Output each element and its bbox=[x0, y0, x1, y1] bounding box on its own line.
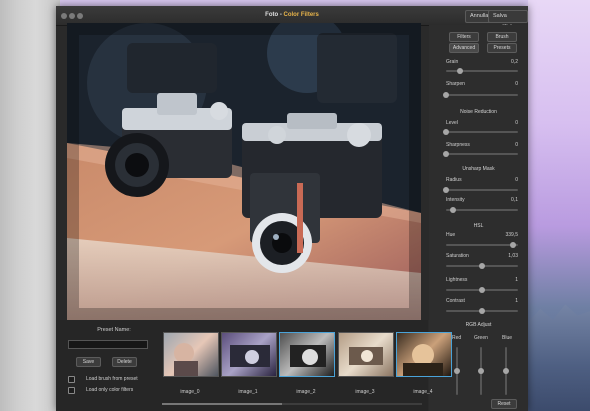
unsharp-mask-heading: Unsharp Mask bbox=[462, 166, 495, 172]
grain-slider-knob[interactable] bbox=[457, 68, 464, 74]
saturation-slider[interactable] bbox=[446, 263, 518, 269]
lightness-slider-knob[interactable] bbox=[479, 287, 485, 293]
save-changes-button[interactable]: Salva modifiche bbox=[488, 10, 528, 30]
intensity-slider[interactable] bbox=[446, 207, 518, 213]
green-label: Green bbox=[474, 335, 488, 341]
hue-label: Hue bbox=[446, 232, 456, 238]
tab-advanced[interactable]: Advanced bbox=[449, 43, 479, 53]
thumbnail-scrollbar[interactable] bbox=[162, 403, 422, 405]
thumbnail-scrollbar-thumb[interactable] bbox=[162, 403, 282, 405]
saturation-value: 1,03 bbox=[508, 253, 518, 259]
blue-label: Blue bbox=[502, 335, 513, 341]
blue-slider[interactable] bbox=[503, 347, 509, 395]
photo-preview[interactable] bbox=[67, 23, 421, 320]
thumbnail-label-3: image_3 bbox=[355, 389, 375, 395]
sharpen-slider[interactable] bbox=[443, 92, 518, 98]
preset-name-label: Preset Name: bbox=[97, 327, 131, 333]
tab-filters[interactable]: Filters bbox=[449, 32, 479, 42]
load-brush-label: Load brush from preset bbox=[86, 376, 138, 382]
intensity-label: Intensity bbox=[446, 197, 465, 203]
radius-slider[interactable] bbox=[443, 187, 518, 193]
thumbnail-label-1: image_1 bbox=[238, 389, 258, 395]
blue-slider-knob[interactable] bbox=[503, 368, 509, 374]
sharpen-value: 0 bbox=[515, 81, 518, 87]
thumbnail-image-1[interactable] bbox=[221, 332, 277, 377]
contrast-value: 1 bbox=[515, 298, 518, 304]
green-slider[interactable] bbox=[478, 347, 484, 395]
radius-value: 0 bbox=[515, 177, 518, 183]
hue-slider[interactable] bbox=[446, 242, 518, 248]
app-name: Foto bbox=[265, 12, 279, 18]
tab-brush[interactable]: Brush bbox=[487, 32, 517, 42]
thumbnail-image-3[interactable] bbox=[338, 332, 394, 377]
load-color-label: Load only color filters bbox=[86, 387, 134, 393]
thumbnail-label-4: image_4 bbox=[413, 389, 433, 395]
sharpness-slider-knob[interactable] bbox=[443, 151, 449, 157]
desktop-mountain bbox=[528, 304, 590, 411]
contrast-slider-knob[interactable] bbox=[479, 308, 485, 314]
level-slider[interactable] bbox=[443, 129, 518, 135]
lightness-label: Lightness bbox=[446, 277, 468, 283]
radius-slider-knob[interactable] bbox=[443, 187, 449, 193]
preset-name-input[interactable] bbox=[68, 340, 148, 349]
red-label: Red bbox=[452, 335, 462, 341]
thumbnail-image-2[interactable] bbox=[279, 332, 335, 377]
level-value: 0 bbox=[515, 120, 518, 126]
document-title: Color Filters bbox=[283, 12, 319, 18]
radius-label: Radius bbox=[446, 177, 462, 183]
preset-delete-button[interactable]: Delete bbox=[112, 357, 137, 367]
lightness-value: 1 bbox=[515, 277, 518, 283]
window-title: Foto - Color Filters bbox=[56, 12, 528, 18]
sharpness-label: Sharpness bbox=[446, 142, 470, 148]
thumbnail-label-0: image_0 bbox=[180, 389, 200, 395]
red-slider[interactable] bbox=[454, 347, 460, 395]
saturation-slider-knob[interactable] bbox=[479, 263, 485, 269]
intensity-value: 0,1 bbox=[511, 197, 518, 203]
thumbnail-image-4[interactable] bbox=[396, 332, 452, 377]
hue-slider-knob[interactable] bbox=[509, 242, 516, 248]
green-slider-knob[interactable] bbox=[478, 368, 484, 374]
tab-presets[interactable]: Presets bbox=[487, 43, 517, 53]
level-slider-knob[interactable] bbox=[443, 129, 449, 135]
hsl-heading: HSL bbox=[473, 223, 484, 229]
load-color-checkbox[interactable] bbox=[68, 387, 75, 394]
thumbnail-image-0[interactable] bbox=[163, 332, 219, 377]
app-window: Foto - Color Filters Annulla Salva modif… bbox=[56, 6, 528, 411]
camera-photo bbox=[67, 23, 421, 320]
load-brush-checkbox[interactable] bbox=[68, 376, 75, 383]
preset-save-button[interactable]: Save bbox=[76, 357, 101, 367]
lightness-slider[interactable] bbox=[446, 287, 518, 293]
saturation-label: Saturation bbox=[446, 253, 469, 259]
grain-label: Grain bbox=[446, 59, 459, 65]
desktop-background-left bbox=[0, 0, 60, 411]
grain-value: 0,2 bbox=[511, 59, 518, 65]
noise-reduction-heading: Noise Reduction bbox=[460, 109, 497, 115]
sharpness-value: 0 bbox=[515, 142, 518, 148]
intensity-slider-knob[interactable] bbox=[450, 207, 457, 213]
red-slider-knob[interactable] bbox=[454, 368, 460, 374]
thumbnail-label-2: image_2 bbox=[296, 389, 316, 395]
sharpen-slider-knob[interactable] bbox=[443, 92, 449, 98]
sharpness-slider[interactable] bbox=[443, 151, 518, 157]
reset-button[interactable]: Reset bbox=[491, 399, 517, 409]
hue-value: 339,5 bbox=[505, 232, 518, 238]
grain-slider[interactable] bbox=[446, 68, 518, 74]
contrast-slider[interactable] bbox=[446, 308, 518, 314]
sharpen-label: Sharpen bbox=[446, 81, 465, 87]
contrast-label: Contrast bbox=[446, 298, 465, 304]
level-label: Level bbox=[446, 120, 458, 126]
rgb-adjust-heading: RGB Adjust bbox=[465, 322, 492, 328]
